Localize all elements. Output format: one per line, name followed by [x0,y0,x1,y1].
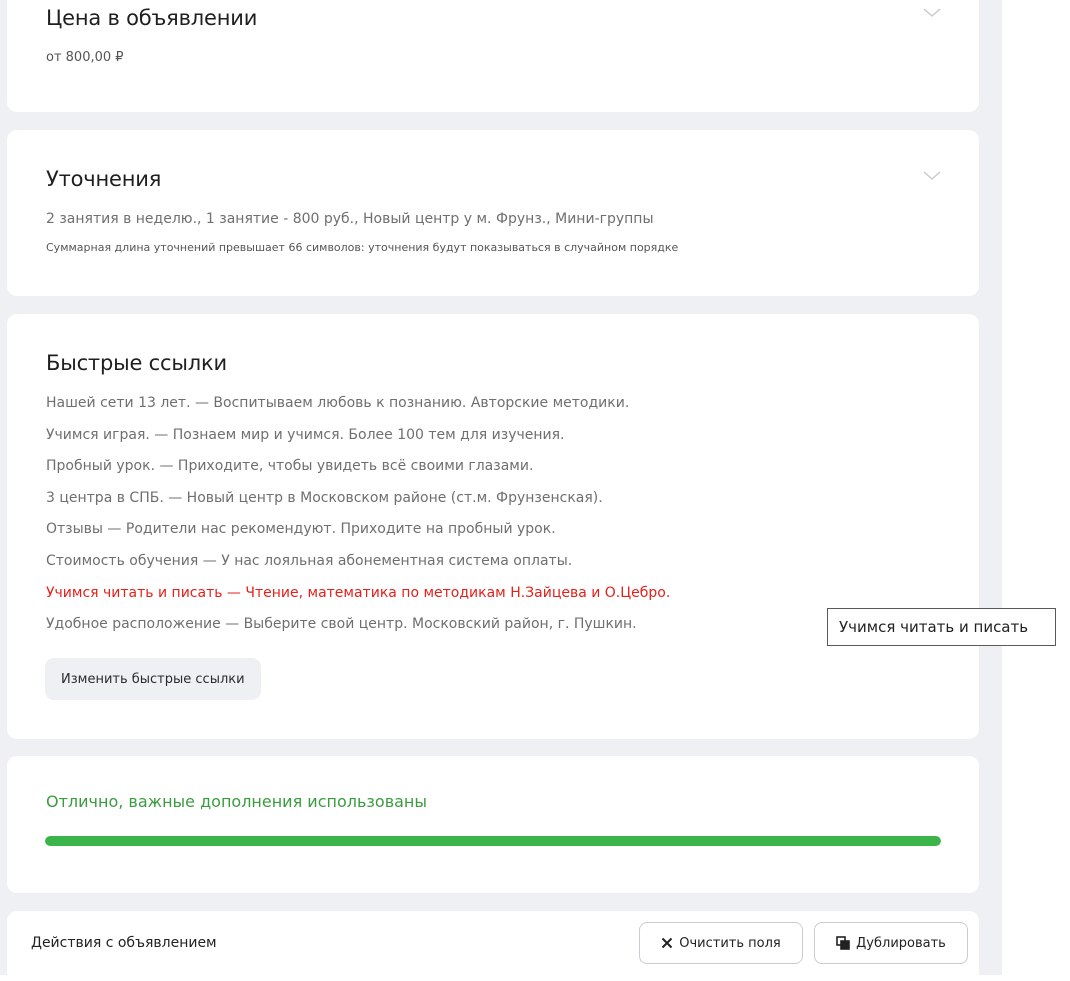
clarifications-value: 2 занятия в неделю., 1 занятие - 800 руб… [46,211,654,227]
quick-link-item[interactable]: Учимся читать и писать — Чтение, математ… [46,585,670,617]
price-card: Цена в объявлении от 800,00 ₽ [7,0,979,112]
quick-links-title: Быстрые ссылки [46,351,227,375]
actions-title: Действия с объявлением [31,935,217,951]
price-value: от 800,00 ₽ [46,50,124,65]
quick-links-list: Нашей сети 13 лет. — Воспитываем любовь … [46,395,670,648]
quick-link-item[interactable]: 3 центра в СПБ. — Новый центр в Московск… [46,490,670,522]
close-icon [661,937,673,949]
progress-card: Отлично, важные дополнения использованы [7,756,979,893]
actions-bar: Действия с объявлением Очистить поля Дуб… [7,911,979,981]
progress-bar [45,836,941,846]
copy-icon [836,936,850,950]
clarifications-title: Уточнения [46,167,162,191]
duplicate-label: Дублировать [856,935,946,951]
duplicate-button[interactable]: Дублировать [814,922,968,964]
quick-link-item[interactable]: Нашей сети 13 лет. — Воспитываем любовь … [46,395,670,427]
clarifications-note: Суммарная длина уточнений превышает 66 с… [46,241,679,254]
price-card-title: Цена в объявлении [46,6,258,30]
progress-message: Отлично, важные дополнения использованы [46,792,428,811]
quick-link-item[interactable]: Отзывы — Родители нас рекомендуют. Прихо… [46,521,670,553]
quick-link-item[interactable]: Учимся играя. — Познаем мир и учимся. Бо… [46,427,670,459]
clear-fields-button[interactable]: Очистить поля [639,922,803,964]
progress-bar-fill [45,836,941,846]
clarifications-card: Уточнения 2 занятия в неделю., 1 занятие… [7,130,979,296]
quick-links-card: Быстрые ссылки Нашей сети 13 лет. — Восп… [7,314,979,739]
chevron-down-icon[interactable] [923,8,941,18]
quick-link-item[interactable]: Стоимость обучения — У нас лояльная абон… [46,553,670,585]
edit-quick-links-button[interactable]: Изменить быстрые ссылки [45,658,261,700]
clear-fields-label: Очистить поля [679,935,781,951]
chevron-down-icon[interactable] [923,171,941,181]
quick-link-tooltip: Учимся читать и писать [827,608,1056,646]
quick-link-item[interactable]: Удобное расположение — Выберите свой цен… [46,616,670,648]
quick-link-item[interactable]: Пробный урок. — Приходите, чтобы увидеть… [46,458,670,490]
